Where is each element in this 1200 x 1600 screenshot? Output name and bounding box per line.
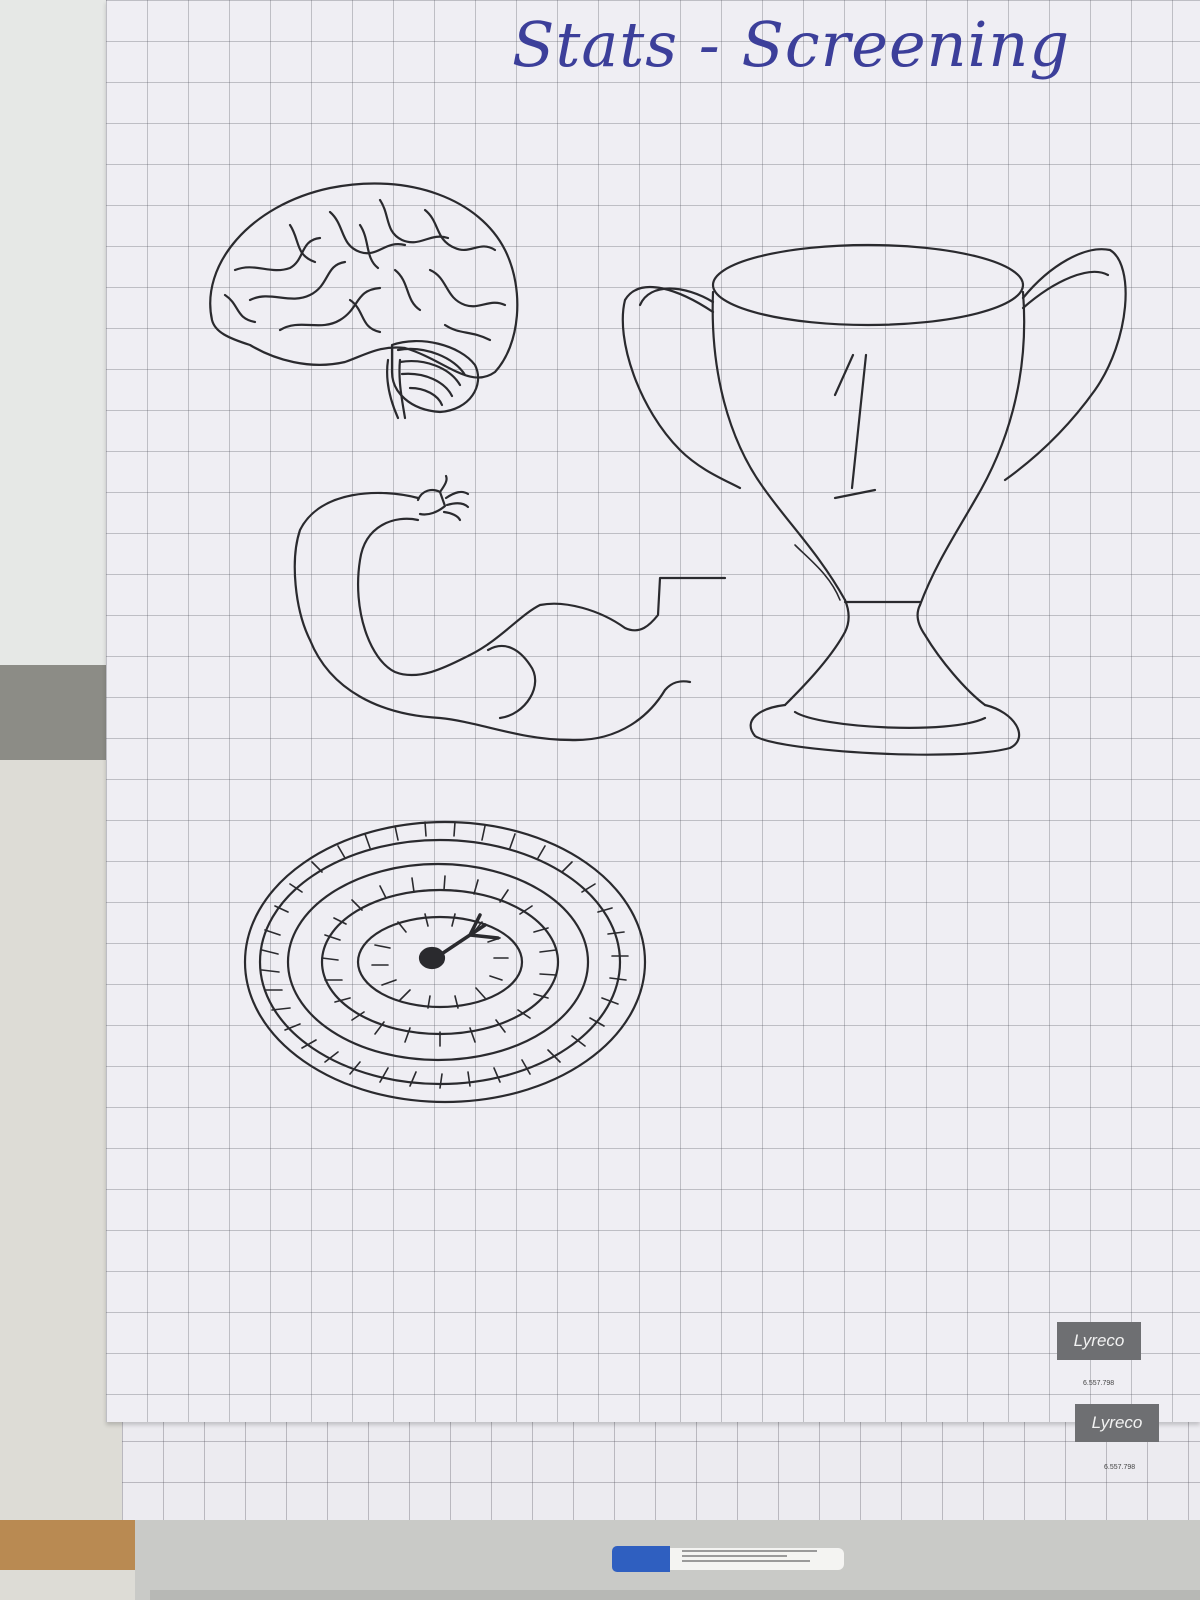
- marker-label: [682, 1550, 832, 1565]
- sketch-layer: [209, 182, 1127, 1104]
- brand-code-back: 6.557.798: [1104, 1464, 1136, 1471]
- brand-label-back-text: Lyreco: [1091, 1413, 1143, 1432]
- brand-code-front: 6.557.798: [1083, 1380, 1115, 1387]
- brand-label-front-text: Lyreco: [1073, 1331, 1125, 1350]
- dartboard-drawing: [243, 820, 647, 1104]
- brand-label-front: Lyreco: [1057, 1322, 1141, 1360]
- brain-drawing: [209, 182, 519, 420]
- marker-cap: [612, 1546, 670, 1572]
- brand-label-back: Lyreco: [1075, 1404, 1159, 1442]
- flexed-arm-drawing: [293, 474, 727, 742]
- trophy-drawing: [621, 243, 1127, 756]
- marker-pen[interactable]: [612, 1546, 844, 1572]
